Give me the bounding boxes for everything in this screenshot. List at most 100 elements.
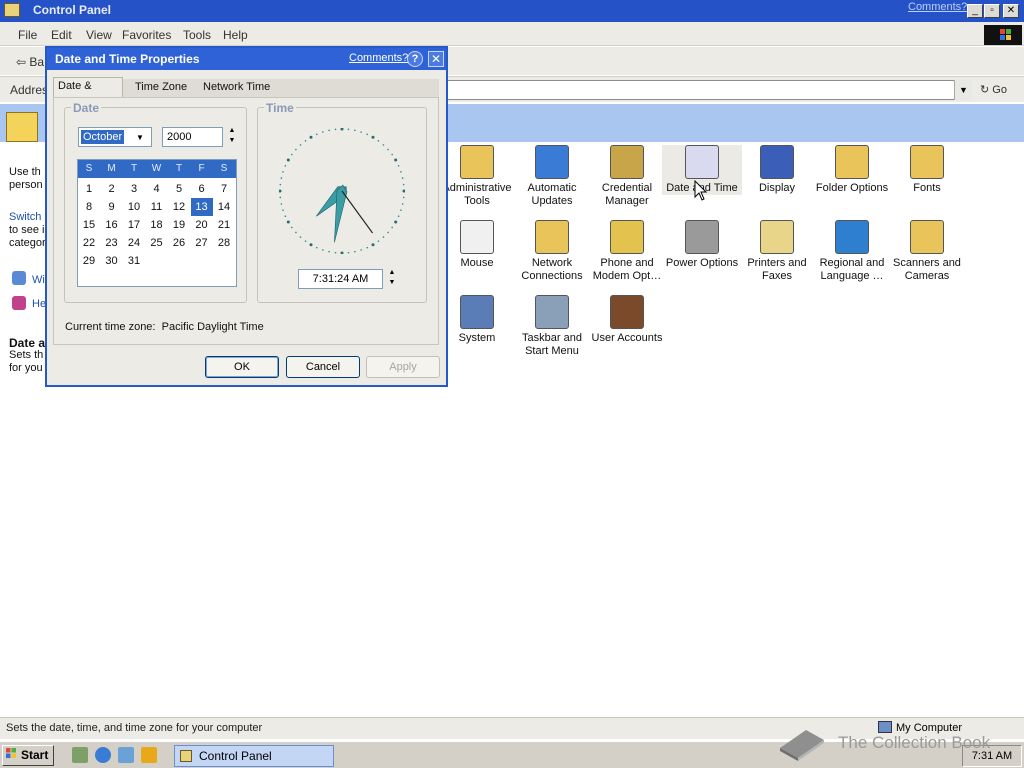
calendar-day[interactable]: 14: [213, 198, 235, 216]
control-panel-item[interactable]: Taskbar and Start Menu: [512, 295, 592, 358]
calendar-day[interactable]: 15: [78, 216, 100, 234]
control-panel-icon: [180, 750, 192, 762]
apply-button[interactable]: Apply: [366, 356, 440, 378]
media-player-icon[interactable]: [141, 747, 157, 763]
control-panel-item[interactable]: Power Options: [662, 220, 742, 270]
windows-update-link[interactable]: Wi: [32, 274, 45, 286]
close-button[interactable]: ✕: [1003, 4, 1019, 18]
restore-button[interactable]: ▫: [984, 4, 1000, 18]
back-button[interactable]: ⇦ Ba: [16, 55, 44, 69]
calendar-day[interactable]: 31: [123, 252, 145, 270]
control-panel-item[interactable]: Credential Manager: [587, 145, 667, 208]
calendar-day[interactable]: 17: [123, 216, 145, 234]
control-panel-item-label: Administrative Tools: [442, 182, 512, 207]
menu-view[interactable]: View: [86, 28, 112, 42]
control-panel-item[interactable]: Network Connections: [512, 220, 592, 283]
ok-button[interactable]: OK: [205, 356, 279, 378]
menu-tools[interactable]: Tools: [183, 28, 211, 42]
dialog-close-button[interactable]: ✕: [428, 51, 444, 67]
calendar-day[interactable]: 28: [213, 234, 235, 252]
menu-edit[interactable]: Edit: [51, 28, 72, 42]
control-panel-item[interactable]: Automatic Updates: [512, 145, 592, 208]
cancel-button[interactable]: Cancel: [286, 356, 360, 378]
switch-view-link[interactable]: Switch: [9, 211, 41, 223]
control-panel-item[interactable]: Display: [737, 145, 817, 195]
calendar-day-selected[interactable]: 13: [190, 198, 213, 216]
comments-link[interactable]: Comments?: [908, 1, 967, 13]
menu-file[interactable]: File: [18, 28, 37, 42]
calendar-day[interactable]: 20: [191, 216, 213, 234]
minimize-button[interactable]: _: [967, 4, 983, 18]
calendar-day[interactable]: 5: [168, 180, 190, 198]
calendar-day[interactable]: 11: [146, 198, 168, 216]
clock-tick: [391, 226, 393, 229]
calendar-day[interactable]: 4: [146, 180, 168, 198]
clock-tick: [397, 215, 400, 218]
calendar-day[interactable]: 9: [101, 198, 123, 216]
control-panel-item[interactable]: Regional and Language …: [812, 220, 892, 283]
calendar-day[interactable]: 16: [101, 216, 123, 234]
control-panel-item[interactable]: Fonts: [887, 145, 967, 195]
control-panel-item[interactable]: Mouse: [437, 220, 517, 270]
calendar-day[interactable]: 8: [78, 198, 100, 216]
control-panel-item[interactable]: Scanners and Cameras: [887, 220, 967, 283]
tab-network-time[interactable]: Network Time: [199, 79, 274, 97]
internet-explorer-icon[interactable]: [95, 747, 111, 763]
calendar-day[interactable]: 7: [213, 180, 235, 198]
clock-tick: [347, 251, 350, 254]
address-input[interactable]: [446, 80, 972, 100]
calendar-day[interactable]: 24: [123, 234, 145, 252]
calendar-day[interactable]: 6: [191, 180, 213, 198]
calendar-day[interactable]: 22: [78, 234, 100, 252]
left-pane-text: to see i: [9, 224, 45, 236]
calendar-day[interactable]: 29: [78, 252, 100, 270]
book-logo-icon: [780, 730, 824, 761]
calendar-day[interactable]: 21: [213, 216, 235, 234]
time-input[interactable]: 7:31:24 AM: [298, 269, 383, 289]
calendar-day[interactable]: 30: [101, 252, 123, 270]
menu-help[interactable]: Help: [223, 28, 248, 42]
calendar-day[interactable]: 27: [191, 234, 213, 252]
clock-tick: [382, 144, 385, 146]
calendar-day[interactable]: 12: [168, 198, 190, 216]
control-panel-item[interactable]: System: [437, 295, 517, 345]
dialog-comments-link[interactable]: Comments?: [349, 52, 408, 64]
year-input[interactable]: 2000: [162, 127, 223, 147]
help-button[interactable]: ?: [407, 51, 423, 67]
address-dropdown-button[interactable]: ▼: [954, 80, 972, 100]
calendar-day[interactable]: 26: [168, 234, 190, 252]
month-select[interactable]: October ▼: [78, 127, 152, 147]
control-panel-item[interactable]: Phone and Modem Opt…: [587, 220, 667, 283]
menu-favorites[interactable]: Favorites: [122, 28, 171, 42]
help-support-icon: [12, 296, 26, 310]
date-group-title: Date: [71, 101, 102, 115]
go-button[interactable]: ↻ Go: [980, 83, 1007, 96]
calendar-day[interactable]: 18: [146, 216, 168, 234]
calendar-day[interactable]: 3: [123, 180, 145, 198]
control-panel-item[interactable]: Folder Options: [812, 145, 892, 195]
cp-folder-options-icon: [835, 145, 869, 179]
show-desktop-icon[interactable]: [72, 747, 88, 763]
tab-time-zone[interactable]: Time Zone: [131, 79, 191, 97]
taskbar-control-panel-button[interactable]: Control Panel: [174, 745, 334, 767]
calendar-day[interactable]: 1: [78, 180, 100, 198]
control-panel-item[interactable]: Printers and Faxes: [737, 220, 817, 283]
outlook-express-icon[interactable]: [118, 747, 134, 763]
calendar-day[interactable]: 19: [168, 216, 190, 234]
calendar-grid[interactable]: SMTWTFS 1 2 3 4 5 6 7 8 9 10 11 12 13 14 15 16 17 18 19 20 2…: [77, 159, 237, 287]
control-panel-item-label: Scanners and Cameras: [893, 257, 961, 282]
calendar-day[interactable]: 23: [101, 234, 123, 252]
help-support-link[interactable]: He: [32, 298, 46, 310]
control-panel-item-label: Network Connections: [521, 257, 583, 282]
time-spinner[interactable]: ▲ ▼: [387, 268, 397, 290]
control-panel-item[interactable]: Administrative Tools: [437, 145, 517, 208]
calendar-weekday: S: [85, 163, 93, 174]
clock-tick: [284, 215, 287, 218]
calendar-day[interactable]: 10: [123, 198, 145, 216]
control-panel-item[interactable]: User Accounts: [587, 295, 667, 345]
calendar-day[interactable]: 2: [101, 180, 123, 198]
year-spinner[interactable]: ▲ ▼: [227, 126, 237, 148]
control-panel-tools-icon: [6, 112, 38, 142]
calendar-day[interactable]: 25: [146, 234, 168, 252]
tab-date-time[interactable]: Date & Time: [53, 77, 123, 108]
